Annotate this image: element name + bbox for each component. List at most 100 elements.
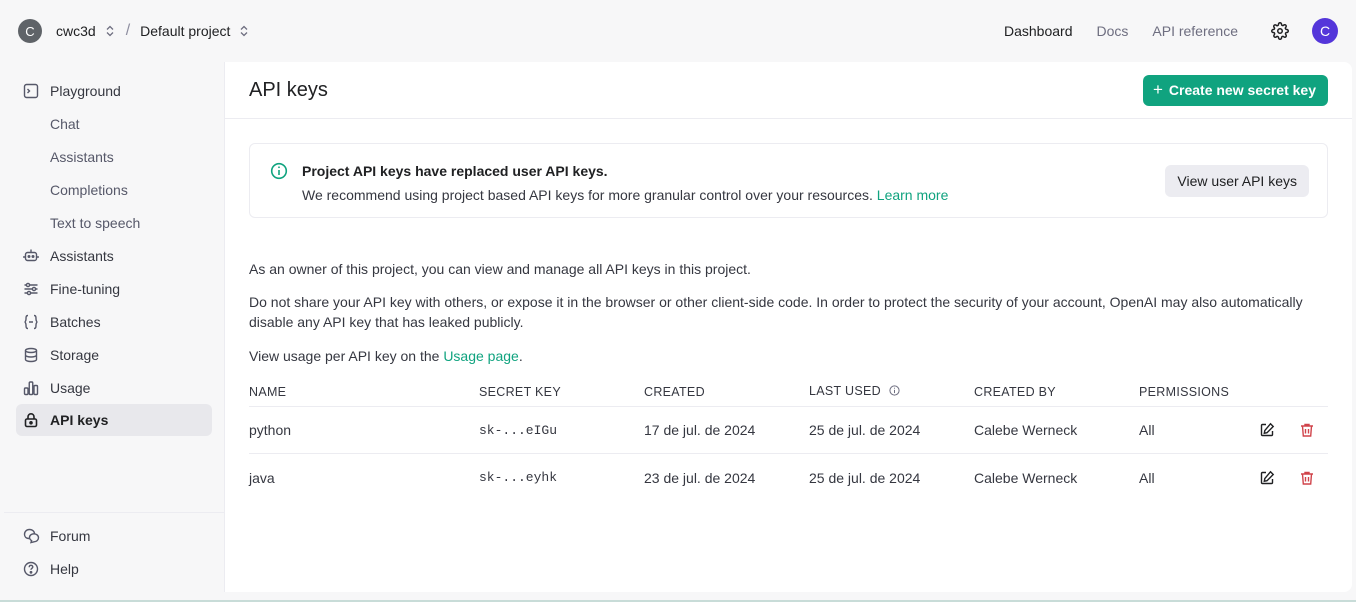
- sidebar-item-label: Chat: [50, 116, 80, 132]
- sidebar-item-label: Completions: [50, 182, 128, 198]
- sidebar-item-label: Help: [50, 561, 79, 577]
- sidebar-item-label: Assistants: [50, 248, 114, 264]
- created-by: Calebe Werneck: [974, 422, 1078, 438]
- bar-chart-icon: [22, 379, 40, 397]
- page-title: API keys: [249, 78, 328, 101]
- sidebar-item-api-keys[interactable]: API keys: [16, 404, 212, 436]
- sidebar-item-storage[interactable]: Storage: [16, 339, 212, 371]
- usage-info-prefix: View usage per API key on the: [249, 348, 444, 364]
- sidebar-item-text-to-speech[interactable]: Text to speech: [16, 207, 212, 239]
- sidebar-item-usage[interactable]: Usage: [16, 372, 212, 404]
- trash-icon[interactable]: [1298, 469, 1316, 487]
- permissions: All: [1139, 422, 1155, 438]
- chevron-up-down-icon: [106, 25, 114, 37]
- last-used-date: 25 de jul. de 2024: [809, 422, 921, 438]
- braces-icon: [22, 313, 40, 331]
- secret-key: sk-...eyhk: [479, 470, 558, 485]
- key-name: java: [249, 469, 275, 486]
- notice-body-text: We recommend using project based API key…: [302, 187, 873, 203]
- edit-icon[interactable]: [1258, 421, 1276, 439]
- sidebar-item-label: Assistants: [50, 149, 114, 165]
- learn-more-link[interactable]: Learn more: [877, 187, 949, 203]
- created-by: Calebe Werneck: [974, 469, 1078, 486]
- terminal-icon: [22, 82, 40, 100]
- org-avatar: C: [18, 19, 42, 43]
- chat-bubbles-icon: [22, 527, 40, 545]
- project-switcher[interactable]: Default project: [140, 23, 248, 39]
- sliders-icon: [22, 280, 40, 298]
- top-nav: Dashboard Docs API reference C: [1004, 18, 1338, 44]
- nav-api-reference[interactable]: API reference: [1152, 23, 1238, 39]
- usage-info-text: View usage per API key on the Usage page…: [249, 346, 1319, 366]
- row-actions: [1258, 421, 1328, 439]
- created-date: 17 de jul. de 2024: [644, 422, 756, 438]
- help-circle-icon: [22, 560, 40, 578]
- create-secret-key-label: Create new secret key: [1168, 82, 1316, 98]
- robot-icon: [22, 247, 40, 265]
- create-secret-key-button[interactable]: + Create new secret key: [1142, 74, 1328, 106]
- security-warning-text: Do not share your API key with others, o…: [249, 294, 1303, 330]
- notice-title: Project API keys have replaced user API …: [302, 163, 608, 179]
- user-avatar[interactable]: C: [1312, 18, 1338, 44]
- main-panel: API keys + Create new secret key Project…: [225, 62, 1352, 592]
- sidebar-item-playground[interactable]: Playground: [16, 75, 212, 107]
- notice-body: We recommend using project based API key…: [302, 187, 948, 203]
- page-header: API keys + Create new secret key: [225, 62, 1352, 119]
- view-user-api-keys-button[interactable]: View user API keys: [1165, 165, 1309, 197]
- sidebar-item-completions[interactable]: Completions: [16, 174, 212, 206]
- column-header-name: NAME: [249, 384, 287, 399]
- project-keys-notice: Project API keys have replaced user API …: [249, 143, 1328, 218]
- column-header-secret-key: SECRET KEY: [479, 384, 561, 399]
- sidebar-item-label: Usage: [50, 380, 91, 396]
- project-name: Default project: [140, 23, 231, 39]
- secret-key: sk-...eIGu: [479, 422, 558, 438]
- top-bar: C cwc3d / Default project Dashboard Docs…: [0, 0, 1356, 62]
- column-header-created-by: CREATED BY: [974, 384, 1056, 399]
- sidebar-item-fine-tuning[interactable]: Fine-tuning: [16, 273, 212, 305]
- breadcrumb-separator: /: [125, 22, 131, 39]
- sidebar-item-forum[interactable]: Forum: [16, 520, 212, 552]
- sidebar-item-assistants[interactable]: Assistants: [16, 240, 212, 272]
- lock-icon: [22, 411, 40, 429]
- usage-page-link[interactable]: Usage page: [443, 348, 519, 364]
- gear-icon[interactable]: [1270, 21, 1290, 41]
- row-actions: [1258, 469, 1328, 487]
- sidebar-item-chat[interactable]: Chat: [16, 108, 212, 140]
- created-date: 23 de jul. de 2024: [644, 469, 756, 486]
- sidebar-item-playground-assistants[interactable]: Assistants: [16, 141, 212, 173]
- notice-text: Project API keys have replaced user API …: [302, 163, 948, 203]
- org-name: cwc3d: [56, 23, 96, 39]
- sidebar-divider: [4, 512, 225, 513]
- nav-docs[interactable]: Docs: [1096, 23, 1128, 39]
- table-row: python sk-...eIGu 17 de jul. de 2024 25 …: [249, 407, 1328, 454]
- plus-icon: +: [1152, 80, 1163, 99]
- sidebar-item-label: Forum: [50, 528, 91, 544]
- key-name: python: [249, 422, 292, 438]
- sidebar-item-label: API keys: [50, 412, 109, 428]
- sidebar-item-label: Storage: [50, 347, 100, 363]
- sidebar-item-label: Playground: [50, 83, 121, 99]
- table-row: java sk-...eyhk 23 de jul. de 2024 25 de…: [249, 454, 1328, 501]
- info-icon[interactable]: [889, 385, 900, 399]
- info-icon: [270, 162, 288, 183]
- chevron-up-down-icon: [240, 25, 248, 37]
- database-icon: [22, 346, 40, 364]
- permissions: All: [1139, 469, 1155, 486]
- edit-icon[interactable]: [1258, 469, 1276, 487]
- sidebar-item-label: Batches: [50, 314, 101, 330]
- usage-info-suffix: .: [518, 348, 523, 364]
- owner-info-text: As an owner of this project, you can vie…: [249, 261, 751, 277]
- trash-icon[interactable]: [1298, 421, 1316, 439]
- column-header-last-used-label: LAST USED: [809, 384, 881, 398]
- sidebar-item-batches[interactable]: Batches: [16, 306, 212, 338]
- last-used-date: 25 de jul. de 2024: [809, 469, 921, 486]
- nav-dashboard[interactable]: Dashboard: [1004, 23, 1073, 39]
- sidebar-item-help[interactable]: Help: [16, 553, 212, 585]
- column-header-created: CREATED: [644, 384, 705, 399]
- sidebar-item-label: Fine-tuning: [50, 281, 121, 297]
- column-header-permissions: PERMISSIONS: [1139, 384, 1230, 399]
- sidebar: Playground Chat Assistants Completions T…: [4, 62, 225, 592]
- column-header-last-used: LAST USED: [809, 384, 974, 399]
- sidebar-item-label: Text to speech: [50, 215, 141, 231]
- org-switcher[interactable]: C cwc3d: [18, 19, 114, 43]
